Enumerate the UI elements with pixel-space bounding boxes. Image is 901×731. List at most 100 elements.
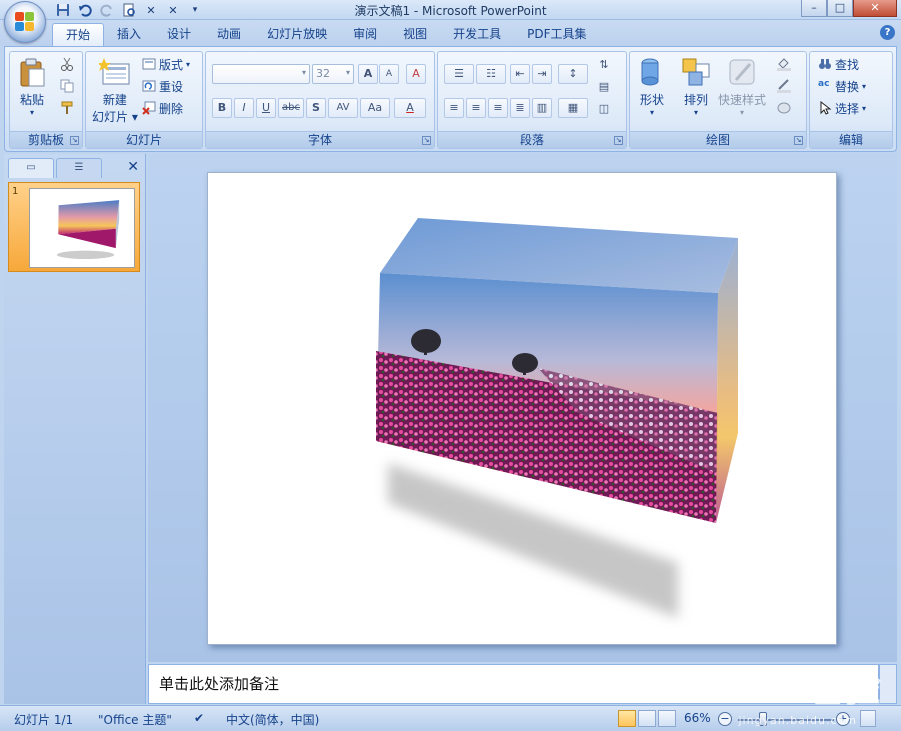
drawing-dialog-launcher[interactable]: ↘ <box>794 136 803 145</box>
tab-slides-icon[interactable]: ▭ <box>8 158 54 178</box>
3d-box-picture[interactable] <box>208 173 837 645</box>
custom-x2-icon[interactable]: ✕ <box>164 2 182 18</box>
shape-effects-icon[interactable] <box>776 98 792 118</box>
shrink-font-button[interactable]: A <box>379 64 399 84</box>
cut-icon[interactable] <box>60 54 74 74</box>
clipboard-dialog-launcher[interactable]: ↘ <box>70 136 79 145</box>
group-font: ▾ 32 ▾ A A A B I U abc S AV Aa A 字体 ↘ <box>205 51 435 149</box>
language-indicator[interactable]: 中文(简体，中国) <box>226 711 319 728</box>
find-label: 查找 <box>835 57 860 72</box>
slide-canvas[interactable] <box>207 172 837 645</box>
align-left-icon[interactable]: ≡ <box>444 98 464 118</box>
title-bar: 演示文稿1 - Microsoft PowerPoint ✕ ✕ ▾ – □ ✕ <box>0 0 901 20</box>
text-shadow-button[interactable]: S <box>306 98 326 118</box>
notes-scrollbar[interactable] <box>879 664 897 704</box>
ribbon-tab-row: 开始 插入 设计 动画 幻灯片放映 审阅 视图 开发工具 PDF工具集 ? <box>0 20 901 46</box>
minimize-button[interactable]: – <box>801 0 827 17</box>
bold-button[interactable]: B <box>212 98 232 118</box>
find-button[interactable]: 查找 <box>818 54 859 74</box>
tab-1[interactable]: 插入 <box>104 23 154 46</box>
tab-7[interactable]: 开发工具 <box>440 23 514 46</box>
justify-icon[interactable]: ≣ <box>510 98 530 118</box>
font-size-value: 32 <box>316 67 330 80</box>
copy-icon[interactable] <box>60 76 74 96</box>
grow-font-button[interactable]: A <box>358 64 378 84</box>
align-text-icon[interactable]: ▤ <box>594 78 614 98</box>
close-panel-icon[interactable]: ✕ <box>127 159 139 175</box>
character-spacing-button[interactable]: AV <box>328 98 358 118</box>
office-button[interactable] <box>4 1 46 43</box>
underline-button[interactable]: U <box>256 98 276 118</box>
editing-group-label: 编辑 <box>810 131 892 148</box>
replace-label: 替换 <box>835 79 860 94</box>
spellcheck-icon[interactable]: ✔ <box>194 711 204 725</box>
italic-button[interactable]: I <box>234 98 254 118</box>
font-name-select[interactable]: ▾ <box>212 64 310 84</box>
line-spacing-icon[interactable]: ↕ <box>558 64 588 84</box>
quick-styles-button[interactable]: 快速样式 ▾ <box>718 56 766 117</box>
bullets-icon[interactable]: ☰ <box>444 64 474 84</box>
strikethrough-button[interactable]: abc <box>278 98 304 118</box>
tab-5[interactable]: 审阅 <box>340 23 390 46</box>
tab-0[interactable]: 开始 <box>52 23 105 46</box>
font-group-label: 字体 <box>206 131 434 148</box>
slides-panel-tabs: ▭ ☰ <box>8 158 104 178</box>
tab-6[interactable]: 视图 <box>390 23 440 46</box>
tab-4[interactable]: 幻灯片放映 <box>254 23 340 46</box>
zoom-level[interactable]: 66% <box>684 711 711 725</box>
customize-qat-icon[interactable]: ▾ <box>186 2 204 18</box>
save-icon[interactable] <box>54 2 72 18</box>
select-button[interactable]: 选择 ▾ <box>818 98 866 118</box>
slide-sorter-view-button[interactable] <box>638 710 656 727</box>
normal-view-button[interactable] <box>618 710 636 727</box>
font-color-button[interactable]: A <box>394 98 426 118</box>
slideshow-view-button[interactable] <box>658 710 676 727</box>
undo-icon[interactable] <box>76 2 94 18</box>
format-painter-icon[interactable] <box>60 98 74 118</box>
redo-icon[interactable] <box>98 2 116 18</box>
tab-2[interactable]: 设计 <box>154 23 204 46</box>
shape-outline-icon[interactable] <box>776 76 792 96</box>
align-center-icon[interactable]: ≡ <box>466 98 486 118</box>
maximize-button[interactable]: □ <box>827 0 853 17</box>
print-preview-icon[interactable] <box>120 2 138 18</box>
delete-slide-button[interactable]: 删除 <box>142 98 183 118</box>
ribbon: 粘贴 ▾ 剪贴板 ↘ 新建 幻灯片 ▾ 版式 ▾ 重设 删除 幻灯片 ▾ 32 … <box>4 46 897 152</box>
shape-fill-icon[interactable] <box>776 54 792 74</box>
paragraph-dialog-launcher[interactable]: ↘ <box>614 136 623 145</box>
align-right-icon[interactable]: ≡ <box>488 98 508 118</box>
slide-thumbnail-number: 1 <box>12 186 19 197</box>
tab-3[interactable]: 动画 <box>204 23 254 46</box>
help-icon[interactable]: ? <box>880 25 895 40</box>
new-slide-button[interactable]: 新建 幻灯片 ▾ <box>92 56 138 125</box>
tab-8[interactable]: PDF工具集 <box>514 23 599 46</box>
reset-button[interactable]: 重设 <box>142 76 183 96</box>
slide-thumbnail[interactable]: 1 <box>8 182 140 272</box>
numbering-icon[interactable]: ☷ <box>476 64 506 84</box>
shapes-icon <box>636 56 668 88</box>
tab-outline-icon[interactable]: ☰ <box>56 158 102 178</box>
text-direction-icon[interactable]: ⇅ <box>594 56 614 76</box>
slide-count: 幻灯片 1/1 <box>14 713 74 727</box>
distributed-icon[interactable]: ▥ <box>532 98 552 118</box>
custom-x-icon[interactable]: ✕ <box>142 2 160 18</box>
replace-button[interactable]: ac 替换 ▾ <box>818 76 866 96</box>
columns-icon[interactable]: ▦ <box>558 98 588 118</box>
layout-button[interactable]: 版式 ▾ <box>142 54 190 74</box>
change-case-button[interactable]: Aa <box>360 98 390 118</box>
reset-label: 重设 <box>159 79 184 94</box>
close-button[interactable]: ✕ <box>853 0 897 17</box>
decrease-indent-icon[interactable]: ⇤ <box>510 64 530 84</box>
smartart-icon[interactable]: ◫ <box>594 100 614 120</box>
font-size-select[interactable]: 32 ▾ <box>312 64 354 84</box>
delete-slide-label: 删除 <box>159 101 184 116</box>
shapes-button[interactable]: 形状 ▾ <box>636 56 668 117</box>
zoom-out-button[interactable]: − <box>718 712 732 726</box>
paste-icon <box>16 56 48 88</box>
clear-formatting-button[interactable]: A <box>406 64 426 84</box>
arrange-button[interactable]: 排列 ▾ <box>680 56 712 117</box>
paste-button[interactable]: 粘贴 ▾ <box>16 56 48 117</box>
increase-indent-icon[interactable]: ⇥ <box>532 64 552 84</box>
group-paragraph: ☰ ☷ ⇤ ⇥ ↕ ⇅ ▤ ◫ ≡ ≡ ≡ ≣ ▥ ▦ 段落 ↘ <box>437 51 627 149</box>
font-dialog-launcher[interactable]: ↘ <box>422 136 431 145</box>
